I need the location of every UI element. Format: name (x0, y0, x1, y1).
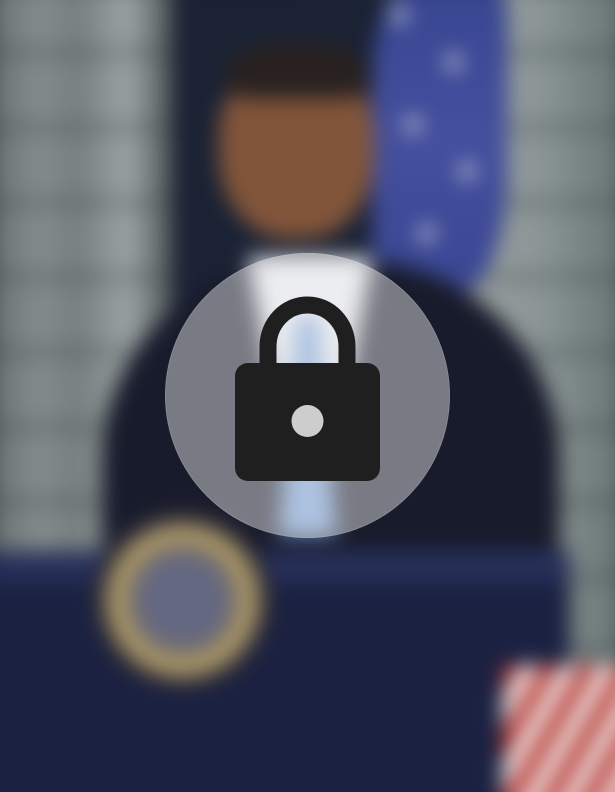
lock-icon (235, 296, 380, 481)
blurred-photo-viewer (0, 0, 615, 792)
lock-badge[interactable] (165, 253, 450, 538)
